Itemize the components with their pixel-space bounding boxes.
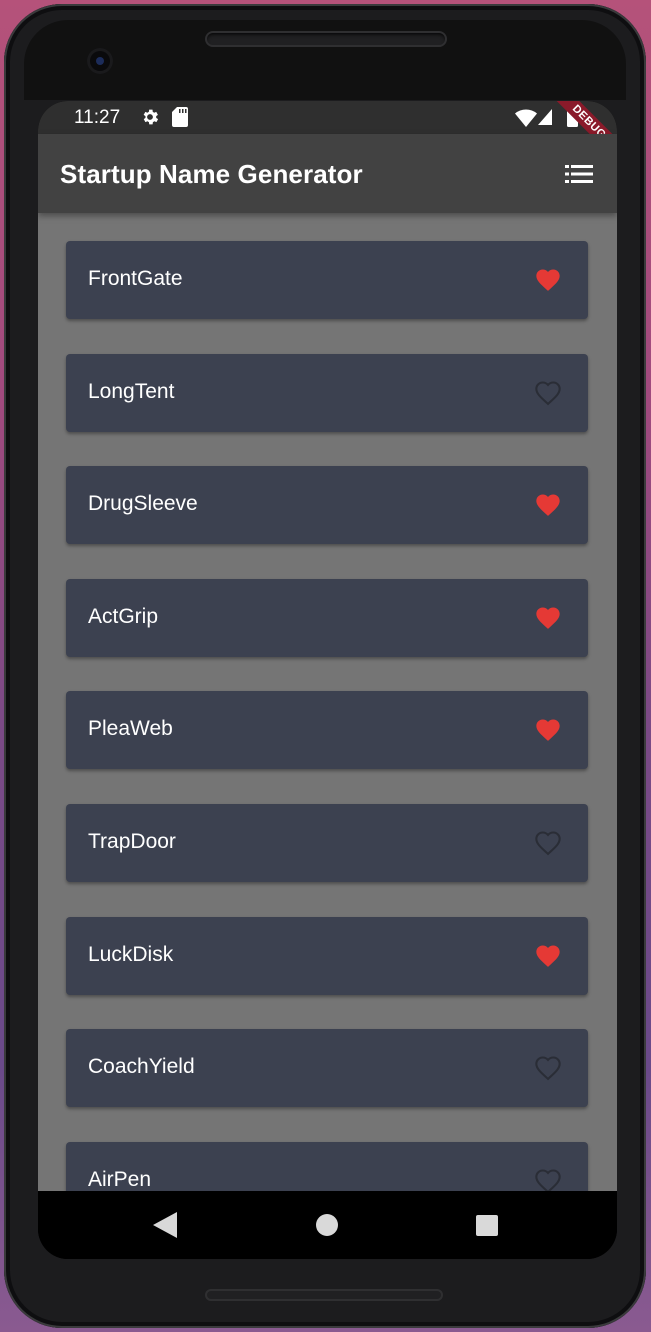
list-item[interactable]: PleaWeb <box>66 691 588 770</box>
startup-name-label: AirPen <box>88 1167 152 1191</box>
list-item[interactable]: DrugSleeve <box>66 466 588 545</box>
status-time: 11:27 <box>74 107 121 128</box>
app-bar: Startup Name Generator <box>38 134 617 213</box>
home-icon[interactable] <box>316 1214 338 1236</box>
favorite-filled-heart-icon[interactable] <box>533 942 563 970</box>
signal-icon <box>538 109 552 125</box>
favorite-outline-heart-icon[interactable] <box>533 1167 563 1191</box>
list-icon[interactable] <box>562 157 596 191</box>
startup-name-label: DrugSleeve <box>88 492 198 516</box>
bottom-speaker <box>205 1289 443 1301</box>
startup-name-label: TrapDoor <box>88 830 176 853</box>
sd-card-icon <box>172 107 188 127</box>
favorite-outline-heart-icon[interactable] <box>533 829 563 857</box>
startup-name-list[interactable]: FrontGate LongTent DrugSleeve ActGrip PleaWe… <box>38 213 617 1191</box>
list-item[interactable]: CoachYield <box>66 1029 588 1108</box>
front-camera-icon <box>87 48 113 74</box>
navigation-bar <box>38 1191 617 1259</box>
gear-icon <box>143 109 159 125</box>
list-item[interactable]: ActGrip <box>66 578 588 657</box>
phone-frame: 11:27 DEBUG Startup Name Generator Front… <box>4 4 646 1328</box>
favorite-filled-heart-icon[interactable] <box>533 491 563 519</box>
startup-name-label: PleaWeb <box>88 717 173 741</box>
list-item[interactable]: AirPen <box>66 1141 588 1191</box>
wifi-icon <box>515 109 537 127</box>
device-screen: 11:27 DEBUG Startup Name Generator Front… <box>38 101 617 1259</box>
favorite-outline-heart-icon[interactable] <box>533 1054 563 1082</box>
status-bar: 11:27 DEBUG <box>38 101 617 166</box>
startup-name-label: LongTent <box>88 379 175 403</box>
startup-name-label: CoachYield <box>88 1055 195 1079</box>
favorite-outline-heart-icon[interactable] <box>533 379 563 407</box>
recents-icon[interactable] <box>476 1215 498 1236</box>
startup-name-label: LuckDisk <box>88 942 174 966</box>
earpiece-speaker <box>205 31 447 47</box>
list-item[interactable]: LuckDisk <box>66 916 588 995</box>
list-item[interactable]: FrontGate <box>66 241 588 319</box>
list-item[interactable]: TrapDoor <box>66 804 588 882</box>
favorite-filled-heart-icon[interactable] <box>533 604 563 632</box>
page-title: Startup Name Generator <box>60 159 363 189</box>
favorite-filled-heart-icon[interactable] <box>533 716 563 744</box>
startup-name-label: ActGrip <box>88 604 159 628</box>
list-item[interactable]: LongTent <box>66 353 588 432</box>
favorite-filled-heart-icon[interactable] <box>533 266 563 294</box>
back-icon[interactable] <box>153 1212 177 1238</box>
startup-name-label: FrontGate <box>88 267 183 290</box>
